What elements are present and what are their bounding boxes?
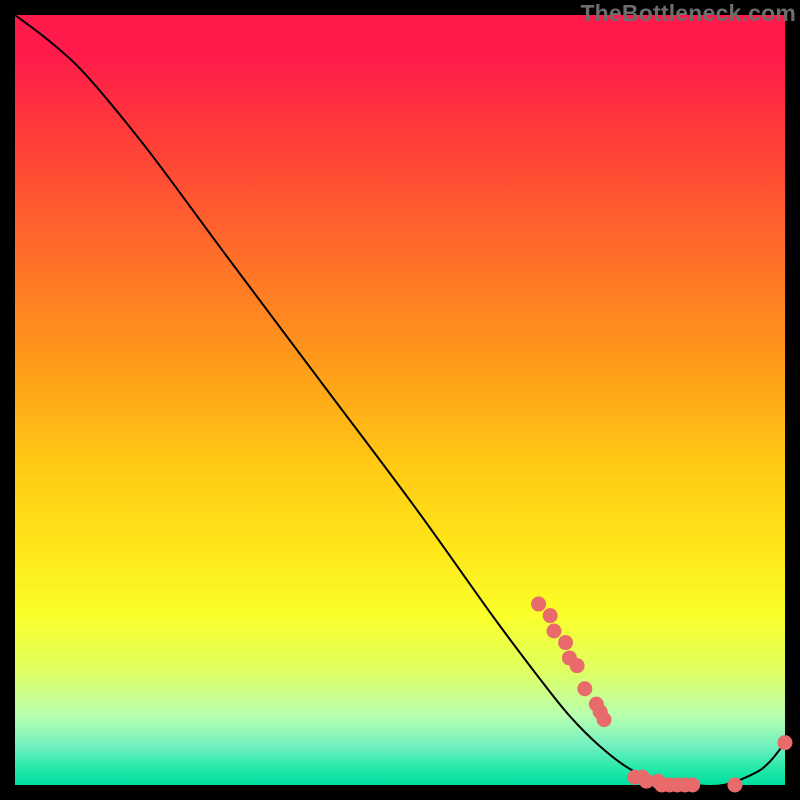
data-dot (727, 778, 742, 793)
data-dot (531, 597, 546, 612)
plot-area (15, 15, 785, 785)
watermark-text: TheBottleneck.com (580, 0, 796, 27)
data-dot (543, 608, 558, 623)
data-dot (778, 735, 793, 750)
data-dot (597, 712, 612, 727)
scatter-dots (531, 597, 792, 793)
data-dot (570, 658, 585, 673)
data-dot (685, 778, 700, 793)
data-dot (547, 624, 562, 639)
curve-line (15, 15, 785, 786)
chart-svg (15, 15, 785, 785)
data-dot (558, 635, 573, 650)
data-dot (577, 681, 592, 696)
